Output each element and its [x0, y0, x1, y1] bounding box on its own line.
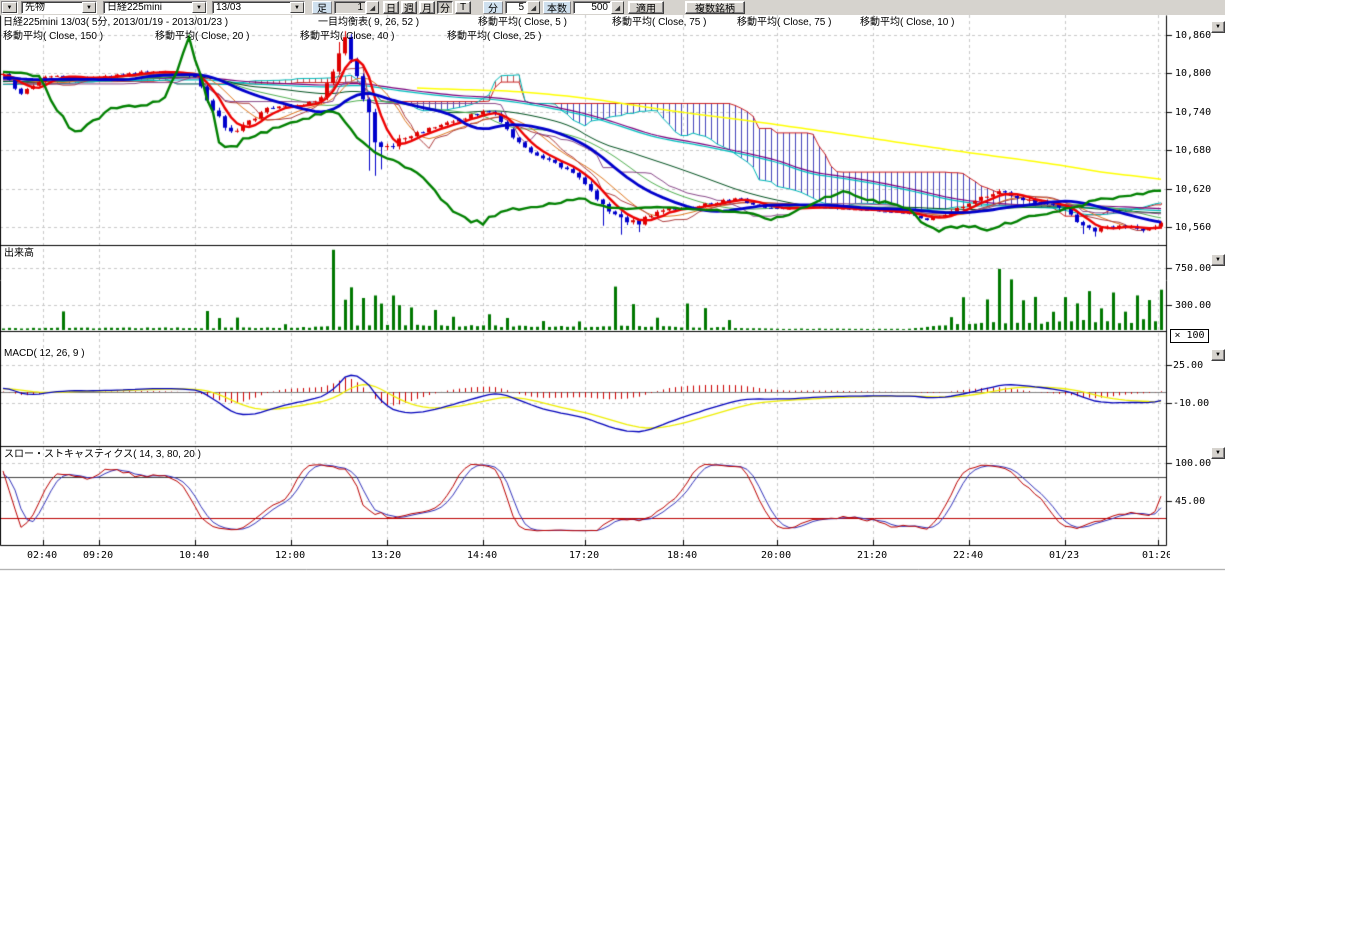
stoch-axis-label: 100.00: [1175, 458, 1211, 469]
time-axis-label: 20:00: [761, 550, 791, 561]
stoch-axis-label: 45.00: [1175, 496, 1205, 507]
pane-menu-button[interactable]: ▼: [1211, 349, 1225, 361]
contract-select-value: 13/03: [213, 2, 290, 13]
bar-count-input[interactable]: [573, 1, 611, 14]
period-minute-button[interactable]: 分: [437, 1, 453, 14]
volume-axis-label: 300.00: [1175, 300, 1211, 311]
period-month-button[interactable]: 月: [419, 1, 435, 14]
macd-axis-label: -10.00: [1173, 398, 1209, 409]
volume-axis-label: 750.00: [1175, 263, 1211, 274]
period-week-button[interactable]: 週: [401, 1, 417, 14]
time-axis-label: 10:40: [179, 550, 209, 561]
pane-menu-button[interactable]: ▼: [1211, 447, 1225, 459]
legend-item: 移動平均( Close, 75 ): [737, 17, 831, 29]
apply-button[interactable]: 適用: [628, 1, 664, 14]
category-select-value: 先物: [22, 2, 82, 13]
time-axis-label: 13:20: [371, 550, 401, 561]
time-axis-label: 01/23: [1049, 550, 1079, 561]
time-axis-label: 21:20: [857, 550, 887, 561]
legend-item: 移動平均( Close, 5 ): [478, 17, 567, 29]
price-axis-label: 10,740: [1175, 107, 1211, 118]
spinner-icon[interactable]: ◢: [611, 1, 624, 14]
pane-menu-button[interactable]: ▼: [1211, 21, 1225, 33]
interval-input[interactable]: [334, 1, 366, 14]
price-axis-label: 10,800: [1175, 68, 1211, 79]
price-axis-label: 10,860: [1175, 30, 1211, 41]
time-axis: 02:40 09:20 10:40 12:00 13:20 14:40 17:20 18:40…: [0, 549, 1170, 563]
bar-type-label: 足: [312, 1, 332, 14]
legend-item: 移動平均( Close, 20 ): [155, 31, 249, 43]
chevron-down-icon[interactable]: ▼: [82, 2, 96, 13]
symbol-select-value: 日経225mini: [104, 2, 192, 13]
spinner-icon[interactable]: ◢: [527, 1, 540, 14]
chart-canvas[interactable]: [0, 15, 1225, 575]
time-axis-label: 22:40: [953, 550, 983, 561]
category-select[interactable]: 先物 ▼: [21, 1, 97, 14]
legend-item: 移動平均( Close, 40 ): [300, 31, 394, 43]
spinner-icon[interactable]: ◢: [366, 1, 379, 14]
chevron-down-icon[interactable]: ▼: [192, 2, 206, 13]
legend-item: 一目均衡表( 9, 26, 52 ): [318, 17, 419, 29]
macd-axis-label: 25.00: [1173, 360, 1203, 371]
time-axis-label: 17:20: [569, 550, 599, 561]
multi-symbol-button[interactable]: 複数銘柄: [685, 1, 745, 14]
symbol-select[interactable]: 日経225mini ▼: [103, 1, 207, 14]
bar-count-label: 本数: [543, 1, 571, 14]
period-tick-button[interactable]: T: [455, 1, 471, 14]
mini-dropdown[interactable]: ▼: [1, 1, 18, 14]
macd-pane-label: MACD( 12, 26, 9 ): [4, 348, 85, 360]
time-axis-label: 01:20: [1142, 550, 1170, 561]
price-axis-label: 10,680: [1175, 145, 1211, 156]
period-day-button[interactable]: 日: [383, 1, 399, 14]
time-axis-label: 14:40: [467, 550, 497, 561]
minute-unit-label: 分: [483, 1, 503, 14]
price-axis-label: 10,560: [1175, 222, 1211, 233]
time-axis-label: 09:20: [83, 550, 113, 561]
contract-select[interactable]: 13/03 ▼: [212, 1, 305, 14]
time-axis-label: 02:40: [27, 550, 57, 561]
chevron-down-icon[interactable]: ▼: [2, 2, 17, 13]
stoch-pane-label: スロー・ストキャスティクス( 14, 3, 80, 20 ): [4, 449, 201, 461]
chevron-down-icon[interactable]: ▼: [290, 2, 304, 13]
legend-item: 移動平均( Close, 150 ): [3, 31, 103, 43]
legend-item: 移動平均( Close, 10 ): [860, 17, 954, 29]
legend-item: 移動平均( Close, 25 ): [447, 31, 541, 43]
legend-item: 移動平均( Close, 75 ): [612, 17, 706, 29]
toolbar: ▼ 先物 ▼ 日経225mini ▼ 13/03 ▼ 足 ◢ 日 週 月 分 T…: [0, 0, 1225, 15]
time-axis-label: 18:40: [667, 550, 697, 561]
time-axis-label: 12:00: [275, 550, 305, 561]
legend-item: 日経225mini 13/03( 5分, 2013/01/19 - 2013/0…: [3, 17, 228, 29]
app-window: ▼ 先物 ▼ 日経225mini ▼ 13/03 ▼ 足 ◢ 日 週 月 分 T…: [0, 0, 1366, 942]
volume-pane-label: 出来高: [4, 248, 34, 260]
volume-multiplier-badge: × 100: [1170, 329, 1209, 343]
price-axis-label: 10,620: [1175, 184, 1211, 195]
pane-menu-button[interactable]: ▼: [1211, 254, 1225, 266]
minute-input[interactable]: [505, 1, 527, 14]
